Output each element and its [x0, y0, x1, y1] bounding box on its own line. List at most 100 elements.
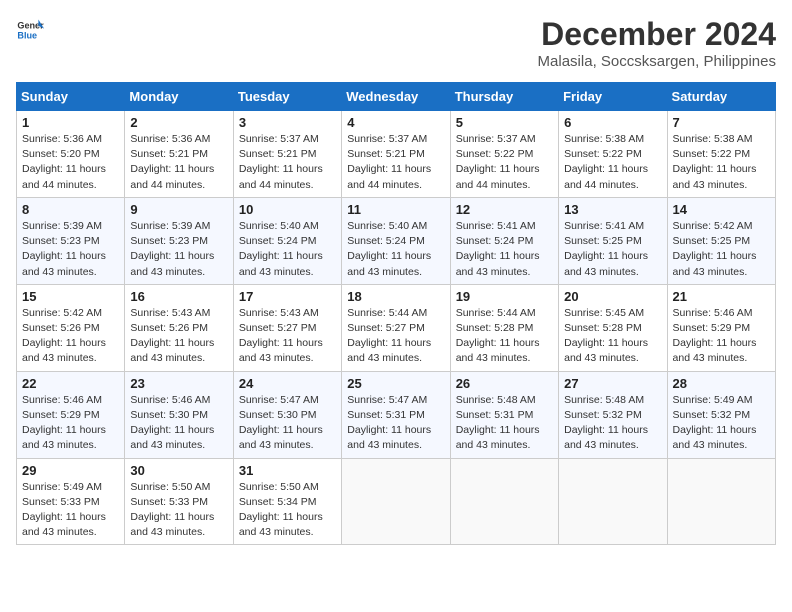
day-number: 4: [347, 115, 444, 130]
day-info: Sunrise: 5:49 AMSunset: 5:32 PMDaylight:…: [673, 393, 770, 454]
generalblue-logo-icon: General Blue: [16, 16, 44, 44]
day-info: Sunrise: 5:40 AMSunset: 5:24 PMDaylight:…: [347, 219, 444, 280]
calendar-day-cell: [450, 458, 558, 545]
day-number: 6: [564, 115, 661, 130]
calendar-day-cell: 1 Sunrise: 5:36 AMSunset: 5:20 PMDaylight…: [17, 111, 125, 198]
calendar-day-cell: 26 Sunrise: 5:48 AMSunset: 5:31 PMDayligh…: [450, 371, 558, 458]
day-number: 29: [22, 463, 119, 478]
day-number: 1: [22, 115, 119, 130]
col-saturday: Saturday: [667, 83, 775, 111]
day-number: 26: [456, 376, 553, 391]
col-monday: Monday: [125, 83, 233, 111]
day-info: Sunrise: 5:36 AMSunset: 5:21 PMDaylight:…: [130, 132, 227, 193]
day-number: 13: [564, 202, 661, 217]
calendar-day-cell: [667, 458, 775, 545]
calendar-day-cell: 10 Sunrise: 5:40 AMSunset: 5:24 PMDayligh…: [233, 197, 341, 284]
calendar-day-cell: 18Sunrise: 5:44 AMSunset: 5:27 PMDayligh…: [342, 284, 450, 371]
day-number: 21: [673, 289, 770, 304]
day-number: 10: [239, 202, 336, 217]
calendar-day-cell: 17Sunrise: 5:43 AMSunset: 5:27 PMDayligh…: [233, 284, 341, 371]
calendar-day-cell: 24 Sunrise: 5:47 AMSunset: 5:30 PMDayligh…: [233, 371, 341, 458]
day-number: 27: [564, 376, 661, 391]
day-info: Sunrise: 5:42 AMSunset: 5:25 PMDaylight:…: [673, 219, 770, 280]
day-info: Sunrise: 5:38 AMSunset: 5:22 PMDaylight:…: [564, 132, 661, 193]
day-info: Sunrise: 5:36 AMSunset: 5:20 PMDaylight:…: [22, 132, 119, 193]
calendar-week-row: 8 Sunrise: 5:39 AMSunset: 5:23 PMDaylight…: [17, 197, 776, 284]
calendar-week-row: 22 Sunrise: 5:46 AMSunset: 5:29 PMDayligh…: [17, 371, 776, 458]
day-number: 12: [456, 202, 553, 217]
day-number: 3: [239, 115, 336, 130]
title-area: December 2024 Malasila, Soccsksargen, Ph…: [538, 16, 776, 70]
day-info: Sunrise: 5:37 AMSunset: 5:22 PMDaylight:…: [456, 132, 553, 193]
calendar-week-row: 29Sunrise: 5:49 AMSunset: 5:33 PMDayligh…: [17, 458, 776, 545]
day-number: 5: [456, 115, 553, 130]
day-number: 22: [22, 376, 119, 391]
day-number: 7: [673, 115, 770, 130]
calendar-day-cell: 6 Sunrise: 5:38 AMSunset: 5:22 PMDaylight…: [559, 111, 667, 198]
calendar-table: Sunday Monday Tuesday Wednesday Thursday…: [16, 82, 776, 545]
calendar-day-cell: 31Sunrise: 5:50 AMSunset: 5:34 PMDayligh…: [233, 458, 341, 545]
day-info: Sunrise: 5:39 AMSunset: 5:23 PMDaylight:…: [22, 219, 119, 280]
day-info: Sunrise: 5:46 AMSunset: 5:29 PMDaylight:…: [22, 393, 119, 454]
col-sunday: Sunday: [17, 83, 125, 111]
calendar-day-cell: 9Sunrise: 5:39 AMSunset: 5:23 PMDaylight…: [125, 197, 233, 284]
day-info: Sunrise: 5:42 AMSunset: 5:26 PMDaylight:…: [22, 306, 119, 367]
col-tuesday: Tuesday: [233, 83, 341, 111]
day-number: 19: [456, 289, 553, 304]
calendar-day-cell: 27 Sunrise: 5:48 AMSunset: 5:32 PMDayligh…: [559, 371, 667, 458]
calendar-day-cell: 29Sunrise: 5:49 AMSunset: 5:33 PMDayligh…: [17, 458, 125, 545]
calendar-day-cell: 21 Sunrise: 5:46 AMSunset: 5:29 PMDayligh…: [667, 284, 775, 371]
day-number: 25: [347, 376, 444, 391]
calendar-day-cell: 5 Sunrise: 5:37 AMSunset: 5:22 PMDaylight…: [450, 111, 558, 198]
calendar-day-cell: 7 Sunrise: 5:38 AMSunset: 5:22 PMDaylight…: [667, 111, 775, 198]
day-info: Sunrise: 5:47 AMSunset: 5:30 PMDaylight:…: [239, 393, 336, 454]
day-info: Sunrise: 5:43 AMSunset: 5:27 PMDaylight:…: [239, 306, 336, 367]
calendar-day-cell: [342, 458, 450, 545]
day-info: Sunrise: 5:46 AMSunset: 5:29 PMDaylight:…: [673, 306, 770, 367]
day-info: Sunrise: 5:37 AMSunset: 5:21 PMDaylight:…: [239, 132, 336, 193]
day-info: Sunrise: 5:43 AMSunset: 5:26 PMDaylight:…: [130, 306, 227, 367]
calendar-day-cell: 22 Sunrise: 5:46 AMSunset: 5:29 PMDayligh…: [17, 371, 125, 458]
day-info: Sunrise: 5:48 AMSunset: 5:31 PMDaylight:…: [456, 393, 553, 454]
day-number: 24: [239, 376, 336, 391]
svg-text:Blue: Blue: [17, 30, 37, 40]
day-info: Sunrise: 5:50 AMSunset: 5:33 PMDaylight:…: [130, 480, 227, 541]
day-info: Sunrise: 5:40 AMSunset: 5:24 PMDaylight:…: [239, 219, 336, 280]
calendar-day-cell: 8 Sunrise: 5:39 AMSunset: 5:23 PMDaylight…: [17, 197, 125, 284]
calendar-day-cell: 4 Sunrise: 5:37 AMSunset: 5:21 PMDaylight…: [342, 111, 450, 198]
calendar-day-cell: 14Sunrise: 5:42 AMSunset: 5:25 PMDayligh…: [667, 197, 775, 284]
calendar-day-cell: 3 Sunrise: 5:37 AMSunset: 5:21 PMDaylight…: [233, 111, 341, 198]
calendar-week-row: 1 Sunrise: 5:36 AMSunset: 5:20 PMDaylight…: [17, 111, 776, 198]
calendar-day-cell: 20 Sunrise: 5:45 AMSunset: 5:28 PMDayligh…: [559, 284, 667, 371]
day-info: Sunrise: 5:50 AMSunset: 5:34 PMDaylight:…: [239, 480, 336, 541]
day-number: 23: [130, 376, 227, 391]
calendar-day-cell: 11 Sunrise: 5:40 AMSunset: 5:24 PMDayligh…: [342, 197, 450, 284]
day-info: Sunrise: 5:37 AMSunset: 5:21 PMDaylight:…: [347, 132, 444, 193]
calendar-day-cell: 15 Sunrise: 5:42 AMSunset: 5:26 PMDayligh…: [17, 284, 125, 371]
calendar-week-row: 15 Sunrise: 5:42 AMSunset: 5:26 PMDayligh…: [17, 284, 776, 371]
day-number: 28: [673, 376, 770, 391]
day-number: 30: [130, 463, 227, 478]
day-info: Sunrise: 5:45 AMSunset: 5:28 PMDaylight:…: [564, 306, 661, 367]
day-number: 15: [22, 289, 119, 304]
calendar-header-row: Sunday Monday Tuesday Wednesday Thursday…: [17, 83, 776, 111]
day-number: 16: [130, 289, 227, 304]
page-header: General Blue December 2024 Malasila, Soc…: [16, 16, 776, 70]
col-friday: Friday: [559, 83, 667, 111]
day-info: Sunrise: 5:48 AMSunset: 5:32 PMDaylight:…: [564, 393, 661, 454]
calendar-day-cell: 23 Sunrise: 5:46 AMSunset: 5:30 PMDayligh…: [125, 371, 233, 458]
col-thursday: Thursday: [450, 83, 558, 111]
day-info: Sunrise: 5:39 AMSunset: 5:23 PMDaylight:…: [130, 219, 227, 280]
day-info: Sunrise: 5:41 AMSunset: 5:24 PMDaylight:…: [456, 219, 553, 280]
calendar-day-cell: 12 Sunrise: 5:41 AMSunset: 5:24 PMDayligh…: [450, 197, 558, 284]
day-info: Sunrise: 5:38 AMSunset: 5:22 PMDaylight:…: [673, 132, 770, 193]
day-info: Sunrise: 5:41 AMSunset: 5:25 PMDaylight:…: [564, 219, 661, 280]
day-info: Sunrise: 5:46 AMSunset: 5:30 PMDaylight:…: [130, 393, 227, 454]
day-number: 11: [347, 202, 444, 217]
calendar-day-cell: 16 Sunrise: 5:43 AMSunset: 5:26 PMDayligh…: [125, 284, 233, 371]
day-number: 8: [22, 202, 119, 217]
day-number: 2: [130, 115, 227, 130]
day-number: 20: [564, 289, 661, 304]
logo: General Blue: [16, 16, 44, 44]
calendar-day-cell: 25Sunrise: 5:47 AMSunset: 5:31 PMDayligh…: [342, 371, 450, 458]
